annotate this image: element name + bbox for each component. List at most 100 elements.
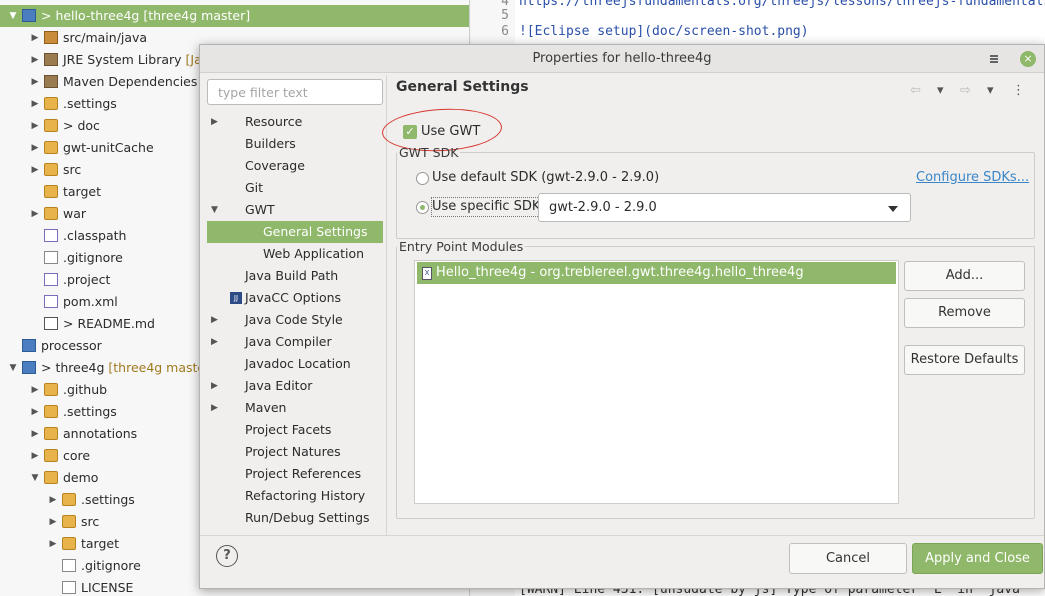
property-page-tree: ▶ Resource Builders Coverage Git ▼ GWT General …	[207, 111, 383, 533]
cancel-button[interactable]: Cancel	[789, 543, 907, 574]
nav-item-label: Web Application	[263, 246, 365, 261]
nav-item-maven[interactable]: ▶ Maven	[207, 397, 383, 419]
list-item[interactable]: X Hello_three4g - org.treblereel.gwt.thr…	[417, 262, 896, 284]
help-icon[interactable]: ?	[216, 545, 238, 567]
window-menu-icon[interactable]	[990, 54, 1000, 64]
collapsed-twisty-icon[interactable]: ▶	[30, 137, 40, 159]
tree-item-label: src/main/java	[63, 30, 148, 45]
collapsed-twisty-icon[interactable]: ▶	[48, 489, 58, 511]
collapsed-twisty-icon[interactable]: ▶	[30, 115, 40, 137]
tree-item-label: gwt-unitCache	[63, 140, 154, 155]
file-icon: file-icon	[44, 251, 58, 264]
configure-sdks-link[interactable]: Configure SDKs...	[916, 170, 1029, 185]
remove-button[interactable]: Remove	[904, 298, 1025, 328]
tree-item-label: war	[63, 206, 87, 221]
collapsed-twisty-icon[interactable]: ▶	[211, 111, 221, 133]
tree-item-label: LICENSE	[81, 580, 134, 595]
forward-arrow-icon[interactable]: ⇨	[960, 83, 971, 98]
entry-module-label: Hello_three4g - org.treblereel.gwt.three…	[436, 265, 804, 280]
close-icon[interactable]: ×	[1020, 51, 1036, 67]
collapsed-twisty-icon[interactable]: ▶	[211, 331, 221, 353]
collapsed-twisty-icon[interactable]: ▶	[48, 533, 58, 555]
nav-item-java-compiler[interactable]: ▶ Java Compiler	[207, 331, 383, 353]
folder-icon: folder-icon	[44, 185, 58, 198]
expanded-twisty-icon[interactable]: ▼	[30, 467, 40, 489]
collapsed-twisty-icon[interactable]: ▶	[30, 93, 40, 115]
project-icon: project-icon	[22, 9, 36, 22]
collapsed-twisty-icon[interactable]: ▶	[30, 423, 40, 445]
nav-item-javadoc-location[interactable]: Javadoc Location	[207, 353, 383, 375]
dropdown-arrow-icon[interactable]	[888, 206, 898, 212]
tree-item-decoration: [three4g master]	[139, 8, 251, 23]
nav-item-java-code-style[interactable]: ▶ Java Code Style	[207, 309, 383, 331]
nav-item-label: Builders	[245, 136, 296, 151]
expanded-twisty-icon[interactable]: ▼	[8, 357, 18, 379]
nav-item-coverage[interactable]: Coverage	[207, 155, 383, 177]
tree-item-label: core	[63, 448, 91, 463]
nav-item-resource[interactable]: ▶ Resource	[207, 111, 383, 133]
sdk-select[interactable]: gwt-2.9.0 - 2.9.0	[538, 193, 911, 222]
folder-icon: folder-icon	[44, 405, 58, 418]
nav-item-java-build-path[interactable]: Java Build Path	[207, 265, 383, 287]
collapsed-twisty-icon[interactable]: ▶	[211, 375, 221, 397]
tree-item-label: demo	[63, 470, 99, 485]
collapsed-twisty-icon[interactable]: ▶	[30, 445, 40, 467]
add-button[interactable]: Add...	[904, 261, 1025, 291]
nav-item-label: Maven	[245, 400, 287, 415]
folder-icon: folder-icon	[44, 97, 58, 110]
collapsed-twisty-icon[interactable]: ▶	[30, 401, 40, 423]
radio-selected-icon[interactable]	[416, 201, 429, 214]
tree-item-label-text: JRE System Library	[63, 52, 182, 67]
back-history-dropdown-icon[interactable]: ▾	[937, 83, 944, 98]
folder-icon: folder-icon	[62, 537, 76, 550]
view-menu-icon[interactable]: ⋮	[1012, 83, 1025, 98]
tree-item[interactable]: ▼ project-icon > hello-three4g [three4g ma…	[0, 5, 469, 27]
nav-item-refactoring-history[interactable]: Refactoring History	[207, 485, 383, 507]
radio-unselected-icon[interactable]	[416, 172, 429, 185]
nav-item-label: Project Facets	[245, 422, 332, 437]
nav-item-general-settings[interactable]: General Settings	[207, 221, 383, 243]
forward-history-dropdown-icon[interactable]: ▾	[987, 83, 994, 98]
nav-item-run-debug-settings[interactable]: Run/Debug Settings	[207, 507, 383, 529]
collapsed-twisty-icon[interactable]: ▶	[30, 49, 40, 71]
nav-item-label: Java Build Path	[245, 268, 339, 283]
pane-divider[interactable]	[386, 75, 387, 535]
collapsed-twisty-icon[interactable]: ▶	[48, 511, 58, 533]
footer-divider	[200, 535, 1044, 536]
nav-item-label: Resource	[245, 114, 303, 129]
entry-point-modules-list[interactable]: X Hello_three4g - org.treblereel.gwt.thr…	[414, 260, 899, 504]
back-arrow-icon[interactable]: ⇦	[910, 83, 921, 98]
tree-item-label: src	[81, 514, 100, 529]
nav-item-project-natures[interactable]: Project Natures	[207, 441, 383, 463]
collapsed-twisty-icon[interactable]: ▶	[30, 159, 40, 181]
expanded-twisty-icon[interactable]: ▼	[211, 199, 221, 221]
nav-item-project-facets[interactable]: Project Facets	[207, 419, 383, 441]
nav-item-web-application[interactable]: Web Application	[207, 243, 383, 265]
nav-item-gwt[interactable]: ▼ GWT	[207, 199, 383, 221]
properties-dialog: Properties for hello-three4g × ▶ Resource…	[199, 44, 1045, 589]
xml-file-icon: xml-file-icon	[44, 273, 58, 286]
nav-item-project-references[interactable]: Project References	[207, 463, 383, 485]
collapsed-twisty-icon[interactable]: ▶	[30, 203, 40, 225]
tree-item-label: > three4g [three4g master	[41, 357, 210, 379]
nav-item-builders[interactable]: Builders	[207, 133, 383, 155]
collapsed-twisty-icon[interactable]: ▶	[30, 27, 40, 49]
nav-item-label: Run/Debug Settings	[245, 510, 370, 525]
collapsed-twisty-icon[interactable]: ▶	[30, 71, 40, 93]
nav-item-java-editor[interactable]: ▶ Java Editor	[207, 375, 383, 397]
expanded-twisty-icon[interactable]: ▼	[8, 5, 18, 27]
tree-item-label: .settings	[63, 96, 117, 111]
nav-item-git[interactable]: Git	[207, 177, 383, 199]
tree-item-label: .classpath	[63, 228, 127, 243]
filter-input[interactable]	[207, 79, 383, 105]
collapsed-twisty-icon[interactable]: ▶	[30, 379, 40, 401]
collapsed-twisty-icon[interactable]: ▶	[211, 309, 221, 331]
line-number: 5	[501, 8, 509, 23]
library-icon: library-icon	[44, 75, 58, 88]
apply-and-close-button[interactable]: Apply and Close	[912, 543, 1043, 574]
nav-item-javacc-options[interactable]: JJ JavaCC Options	[207, 287, 383, 309]
restore-defaults-button[interactable]: Restore Defaults	[904, 345, 1025, 375]
collapsed-twisty-icon[interactable]: ▶	[211, 397, 221, 419]
tree-item-label: src	[63, 162, 82, 177]
tree-item-label: pom.xml	[63, 294, 118, 309]
